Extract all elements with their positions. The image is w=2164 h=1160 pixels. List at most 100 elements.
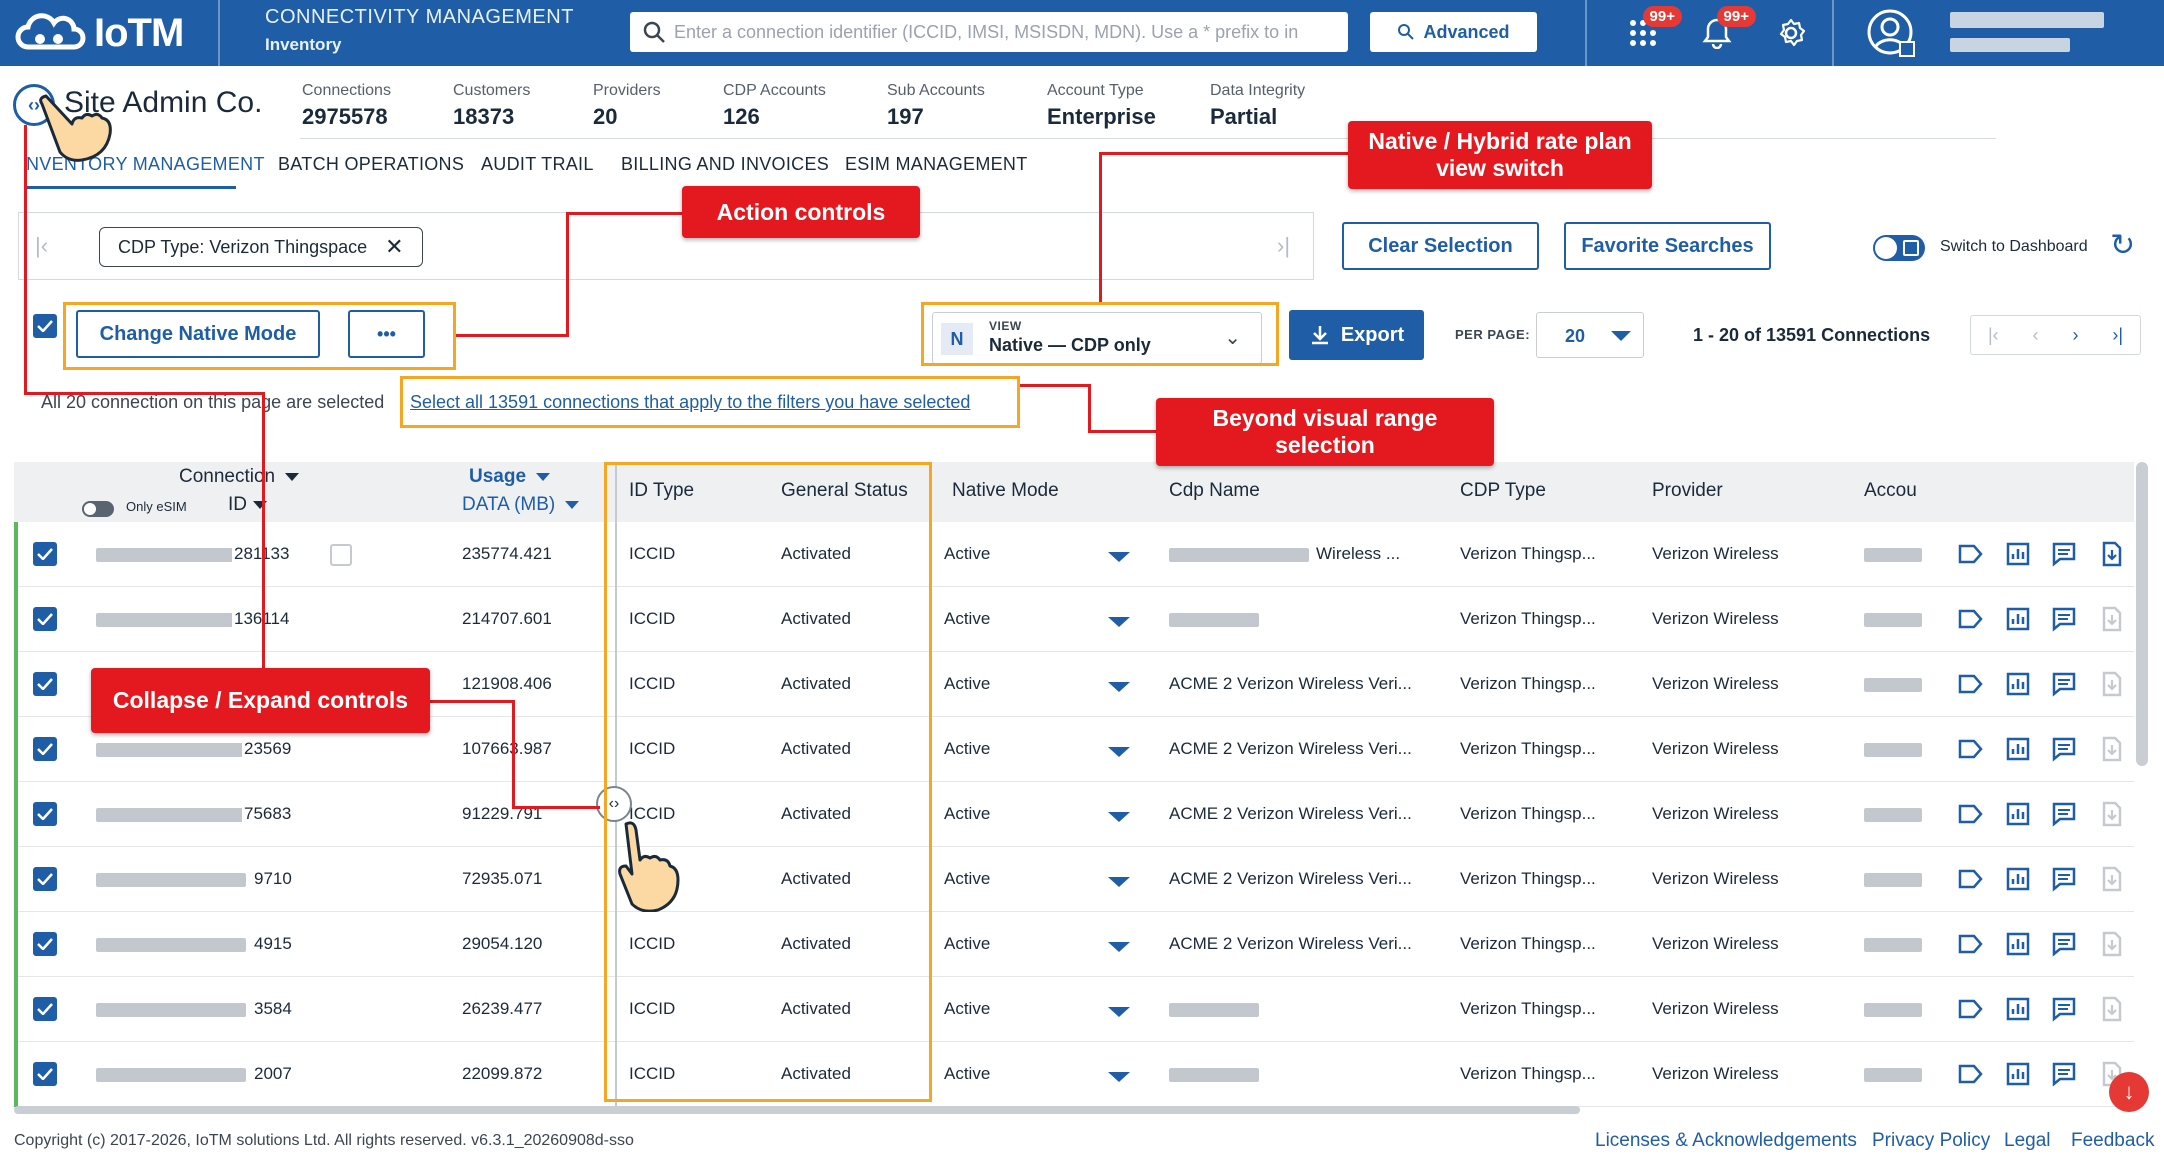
native-mode-dropdown-icon[interactable]: [1108, 942, 1130, 952]
download-doc-icon[interactable]: [2097, 865, 2125, 893]
per-page-select[interactable]: 20: [1536, 312, 1644, 358]
tag-icon[interactable]: [1956, 930, 1984, 958]
message-icon[interactable]: [2050, 1060, 2078, 1088]
header-native-mode[interactable]: Native Mode: [952, 480, 1059, 502]
view-switch-select[interactable]: N VIEW Native — CDP only ⌄: [932, 312, 1262, 364]
advanced-search-button[interactable]: Advanced: [1370, 12, 1537, 52]
tag-icon[interactable]: [1956, 1060, 1984, 1088]
tag-icon[interactable]: [1956, 540, 1984, 568]
next-page-icon[interactable]: ›: [2072, 325, 2078, 346]
message-icon[interactable]: [2050, 865, 2078, 893]
row-checkbox[interactable]: [33, 737, 57, 761]
header-provider[interactable]: Provider: [1652, 480, 1723, 502]
message-icon[interactable]: [2050, 735, 2078, 763]
tag-icon[interactable]: [1956, 865, 1984, 893]
first-filter-arrow-icon[interactable]: |‹: [35, 233, 48, 259]
row-checkbox[interactable]: [33, 1062, 57, 1086]
export-button[interactable]: Export: [1289, 310, 1424, 360]
horizontal-scrollbar[interactable]: [14, 1106, 1580, 1114]
download-doc-icon[interactable]: [2097, 540, 2125, 568]
connection-id-suffix[interactable]: 4915: [252, 934, 292, 954]
header-connection[interactable]: Connection: [179, 466, 300, 488]
feedback-link[interactable]: Feedback: [2071, 1130, 2154, 1152]
refresh-icon[interactable]: ↻: [2110, 228, 2135, 263]
chart-icon[interactable]: [2004, 605, 2032, 633]
collapse-columns-handle[interactable]: ‹›: [596, 786, 632, 822]
native-mode-dropdown-icon[interactable]: [1108, 552, 1130, 562]
tab-esim-management[interactable]: ESIM MANAGEMENT: [845, 154, 1028, 175]
table-row[interactable]: 2007 22099.872 ICCID Activated Active Verizon…: [14, 1042, 2134, 1107]
chart-icon[interactable]: [2004, 930, 2032, 958]
select-all-checkbox[interactable]: [33, 314, 57, 338]
privacy-policy-link[interactable]: Privacy Policy: [1872, 1130, 1990, 1152]
connection-id-suffix[interactable]: 75683: [242, 804, 292, 824]
vertical-scrollbar[interactable]: [2136, 462, 2148, 766]
chart-icon[interactable]: [2004, 540, 2032, 568]
tag-icon[interactable]: [1956, 605, 1984, 633]
row-checkbox[interactable]: [33, 997, 57, 1021]
header-id-type[interactable]: ID Type: [629, 480, 694, 502]
chart-icon[interactable]: [2004, 800, 2032, 828]
search-input[interactable]: [674, 21, 1334, 43]
download-doc-icon[interactable]: [2097, 735, 2125, 763]
table-row[interactable]: 4915 29054.120 ICCID Activated Active ACME 2 …: [14, 912, 2134, 977]
filter-chip[interactable]: CDP Type: Verizon Thingspace ✕: [99, 227, 423, 267]
close-icon[interactable]: ✕: [385, 234, 403, 260]
row-checkbox[interactable]: [33, 802, 57, 826]
notifications-button[interactable]: 99+: [1696, 6, 1756, 54]
connection-id-suffix[interactable]: 136114: [232, 609, 290, 629]
search-bar[interactable]: [630, 12, 1348, 52]
tag-icon[interactable]: [1956, 735, 1984, 763]
dashboard-toggle[interactable]: [1873, 235, 1925, 261]
row-checkbox[interactable]: [33, 932, 57, 956]
header-account[interactable]: Accou: [1864, 480, 1917, 502]
native-mode-dropdown-icon[interactable]: [1108, 682, 1130, 692]
connection-id-suffix[interactable]: 9710: [252, 869, 292, 889]
message-icon[interactable]: [2050, 995, 2078, 1023]
native-mode-dropdown-icon[interactable]: [1108, 812, 1130, 822]
prev-page-icon[interactable]: ‹: [2033, 325, 2039, 346]
tag-icon[interactable]: [1956, 670, 1984, 698]
header-cdp-type[interactable]: CDP Type: [1460, 480, 1546, 502]
brand-logo[interactable]: IoTM: [14, 10, 184, 56]
table-row[interactable]: 136114 214707.601 ICCID Activated Active Veri…: [14, 587, 2134, 652]
header-general-status[interactable]: General Status: [781, 480, 908, 502]
user-avatar[interactable]: [1866, 8, 1918, 60]
tag-icon[interactable]: [1956, 995, 1984, 1023]
tab-audit-trail[interactable]: AUDIT TRAIL: [481, 154, 594, 175]
only-esim-toggle[interactable]: [82, 501, 114, 517]
native-mode-dropdown-icon[interactable]: [1108, 1072, 1130, 1082]
scroll-down-icon[interactable]: ↓: [2109, 1072, 2149, 1112]
download-doc-icon[interactable]: [2097, 930, 2125, 958]
message-icon[interactable]: [2050, 670, 2078, 698]
download-doc-icon[interactable]: [2097, 605, 2125, 633]
download-doc-icon[interactable]: [2097, 995, 2125, 1023]
connection-id-suffix[interactable]: 2007: [252, 1064, 292, 1084]
chart-icon[interactable]: [2004, 995, 2032, 1023]
message-icon[interactable]: [2050, 930, 2078, 958]
connection-id-suffix[interactable]: 3584: [252, 999, 292, 1019]
legal-link[interactable]: Legal: [2004, 1130, 2051, 1152]
settings-button[interactable]: [1770, 12, 1812, 54]
chart-icon[interactable]: [2004, 865, 2032, 893]
tab-batch-operations[interactable]: BATCH OPERATIONS: [278, 154, 464, 175]
table-row[interactable]: 75683 91229.791 ICCID Activated Active ACME 2…: [14, 782, 2134, 847]
row-checkbox[interactable]: [33, 542, 57, 566]
native-mode-dropdown-icon[interactable]: [1108, 747, 1130, 757]
chart-icon[interactable]: [2004, 670, 2032, 698]
header-usage[interactable]: Usage: [469, 466, 551, 488]
favorite-searches-button[interactable]: Favorite Searches: [1564, 222, 1771, 270]
row-checkbox[interactable]: [33, 867, 57, 891]
header-cdp-name[interactable]: Cdp Name: [1169, 480, 1260, 502]
clear-selection-button[interactable]: Clear Selection: [1342, 222, 1539, 270]
row-checkbox[interactable]: [33, 672, 57, 696]
last-page-icon[interactable]: ›|: [2112, 325, 2123, 346]
native-mode-dropdown-icon[interactable]: [1108, 617, 1130, 627]
row-checkbox[interactable]: [33, 607, 57, 631]
connection-id-suffix[interactable]: 23569: [242, 739, 292, 759]
download-doc-icon[interactable]: [2097, 670, 2125, 698]
chart-icon[interactable]: [2004, 735, 2032, 763]
message-icon[interactable]: [2050, 605, 2078, 633]
table-row[interactable]: 3584 26239.477 ICCID Activated Active Verizon…: [14, 977, 2134, 1042]
message-icon[interactable]: [2050, 540, 2078, 568]
